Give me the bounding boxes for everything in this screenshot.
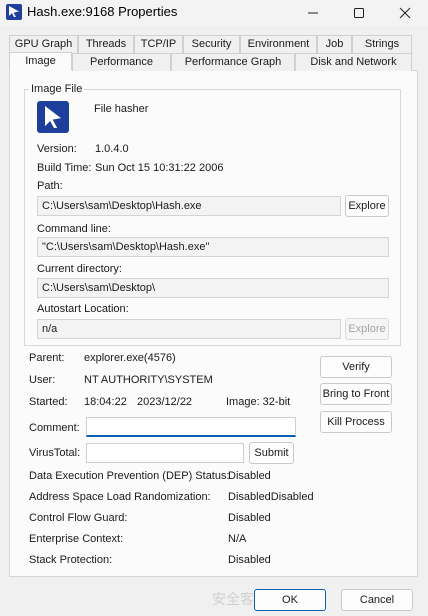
dep-status-value: Disabled bbox=[228, 470, 271, 482]
comment-label: Comment: bbox=[29, 422, 80, 434]
version-label: Version: bbox=[37, 143, 77, 155]
aslr-label: Address Space Load Randomization: bbox=[29, 491, 211, 503]
dep-status-label: Data Execution Prevention (DEP) Status: bbox=[29, 470, 230, 482]
autostart-label: Autostart Location: bbox=[37, 303, 129, 315]
enterprise-context-value: N/A bbox=[228, 533, 247, 545]
title-bar: Hash.exe:9168 Properties bbox=[0, 0, 428, 26]
current-directory-label: Current directory: bbox=[37, 263, 122, 275]
tab-threads[interactable]: Threads bbox=[78, 35, 134, 53]
started-date: 2023/12/22 bbox=[137, 396, 193, 408]
tab-disk-and-network[interactable]: Disk and Network bbox=[295, 53, 412, 71]
command-line-field[interactable]: "C:\Users\sam\Desktop\Hash.exe" bbox=[37, 237, 389, 257]
comment-input[interactable] bbox=[86, 417, 296, 437]
stack-protection-value: Disabled bbox=[228, 554, 271, 566]
stack-protection-label: Stack Protection: bbox=[29, 554, 113, 566]
minimize-icon bbox=[308, 12, 318, 14]
submit-button[interactable]: Submit bbox=[249, 442, 294, 464]
tab-image[interactable]: Image bbox=[9, 52, 72, 71]
hash-app-icon bbox=[37, 101, 69, 133]
tab-gpu-graph[interactable]: GPU Graph bbox=[9, 35, 78, 53]
virustotal-label: VirusTotal: bbox=[29, 447, 81, 459]
explore-button[interactable]: Explore bbox=[345, 195, 389, 217]
file-description: File hasher bbox=[94, 103, 149, 115]
build-time-label: Build Time: bbox=[37, 162, 92, 174]
autostart-field[interactable]: n/a bbox=[37, 319, 341, 339]
command-line-label: Command line: bbox=[37, 223, 111, 235]
enterprise-context-label: Enterprise Context: bbox=[29, 533, 124, 545]
close-button[interactable] bbox=[382, 0, 428, 26]
path-field[interactable]: C:\Users\sam\Desktop\Hash.exe bbox=[37, 196, 341, 216]
cancel-button[interactable]: Cancel bbox=[341, 589, 413, 611]
started-time: 18:04:22 bbox=[84, 396, 127, 408]
bring-to-front-button[interactable]: Bring to Front bbox=[320, 383, 392, 405]
tab-performance-graph[interactable]: Performance Graph bbox=[171, 53, 295, 71]
current-directory-field[interactable]: C:\Users\sam\Desktop\ bbox=[37, 278, 389, 298]
ok-button[interactable]: OK bbox=[254, 589, 326, 611]
started-label: Started: bbox=[29, 396, 68, 408]
tab-security[interactable]: Security bbox=[183, 35, 240, 53]
close-icon bbox=[399, 7, 411, 19]
tab-tcpip[interactable]: TCP/IP bbox=[134, 35, 183, 53]
kill-process-button[interactable]: Kill Process bbox=[320, 411, 392, 433]
maximize-button[interactable] bbox=[336, 0, 382, 26]
tab-job[interactable]: Job bbox=[317, 35, 352, 53]
maximize-icon bbox=[354, 8, 364, 18]
aslr-value: DisabledDisabled bbox=[228, 491, 314, 503]
tab-performance[interactable]: Performance bbox=[72, 53, 171, 71]
path-label: Path: bbox=[37, 180, 63, 192]
tab-environment[interactable]: Environment bbox=[240, 35, 317, 53]
image-file-legend: Image File bbox=[29, 83, 85, 95]
tab-strings[interactable]: Strings bbox=[352, 35, 412, 53]
virustotal-field bbox=[86, 443, 244, 463]
user-label: User: bbox=[29, 374, 56, 386]
version-value: 1.0.4.0 bbox=[95, 143, 129, 155]
cfg-label: Control Flow Guard: bbox=[29, 512, 128, 524]
build-time-value: Sun Oct 15 10:31:22 2006 bbox=[95, 162, 224, 174]
parent-value: explorer.exe(4576) bbox=[84, 352, 176, 364]
window-title: Hash.exe:9168 Properties bbox=[27, 4, 178, 19]
cfg-value: Disabled bbox=[228, 512, 271, 524]
watermark-text: 安全客 bbox=[212, 591, 254, 607]
explore-autostart-button[interactable]: Explore bbox=[345, 318, 389, 340]
verify-button[interactable]: Verify bbox=[320, 356, 392, 378]
image-bitness: Image: 32-bit bbox=[226, 396, 291, 408]
user-value: NT AUTHORITY\SYSTEM bbox=[84, 374, 213, 386]
minimize-button[interactable] bbox=[290, 0, 336, 26]
app-icon bbox=[6, 4, 22, 20]
parent-label: Parent: bbox=[29, 352, 65, 364]
